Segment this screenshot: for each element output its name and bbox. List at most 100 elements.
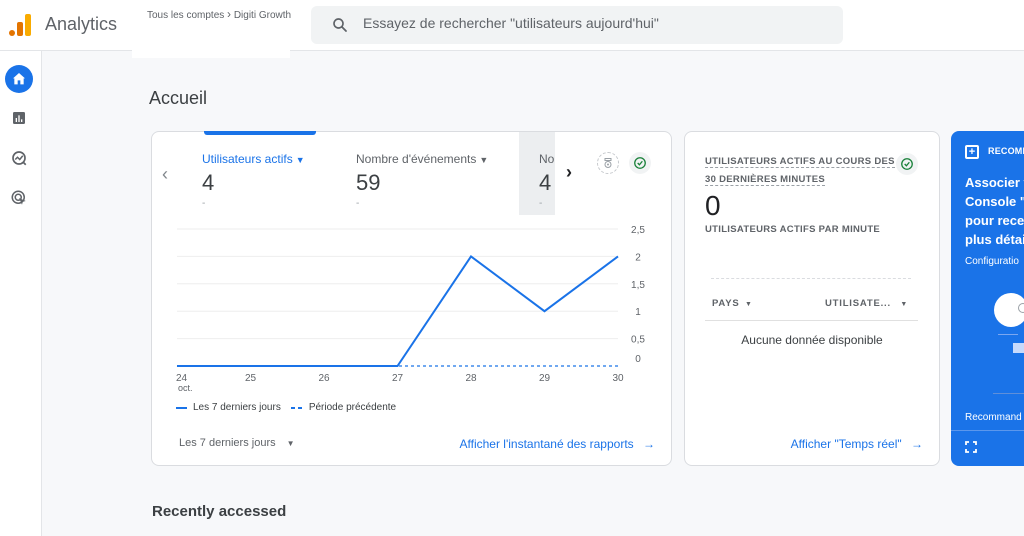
legend-current-period: Les 7 derniers jours [193,402,281,413]
advertising-target-icon [11,190,26,205]
metric-label: No [539,152,555,166]
recommendation-footer: Recommand [965,412,1022,423]
metric-active-users[interactable]: Utilisateurs actifs ▼ 4 - [202,152,305,209]
metric-value: 59 [356,170,381,195]
metric-delta: - [356,198,360,209]
metric-value: 4 [202,170,215,195]
active-users-line-chart: 00,511,522,524 25 26 27 28 29 30oct. [176,225,645,392]
realtime-title-line2: 30 DERNIÈRES MINUTES [705,174,826,186]
recommendation-divider [951,430,1024,431]
title-line: plus détai [965,232,1024,247]
table-divider [705,320,918,321]
per-minute-bar-chart-baseline [711,278,911,279]
dropdown-caret-icon: ▼ [286,439,295,448]
search-input[interactable] [363,15,823,31]
overview-card: ‹ Utilisateurs actifs ▼ 4 - Nombre d'évén… [151,131,672,466]
column-header-users[interactable]: UTILISATE... ▼ [825,298,908,309]
rail-item-home[interactable] [5,65,33,93]
recommendation-card[interactable]: + RECOMMANDATION Associer v Console "I p… [951,131,1024,466]
illustration-line [993,393,1024,394]
analytics-logo-icon[interactable] [8,12,32,36]
search-icon [333,18,347,32]
date-range-select[interactable]: Les 7 derniers jours ▼ [179,437,295,449]
link-label: Afficher l'instantané des rapports [459,437,634,451]
realtime-per-minute-label: UTILISATEURS ACTIFS PAR MINUTE [705,224,881,235]
legend-solid-swatch [176,406,187,409]
y-tick-label: 2,5 [631,225,645,236]
illustration-small-circle [1018,303,1024,313]
realtime-card: UTILISATEURS ACTIFS AU COURS DES 30 DERN… [684,131,940,466]
realtime-title[interactable]: UTILISATEURS ACTIFS AU COURS DES 30 DERN… [705,153,900,189]
app-title: Analytics [45,14,118,34]
data-quality-check-icon[interactable] [629,152,651,174]
rail-item-reports[interactable] [5,104,33,132]
metric-delta: - [539,198,543,209]
view-reports-snapshot-link[interactable]: Afficher l'instantané des rapports → [459,437,655,451]
dropdown-caret-icon: ▼ [900,301,909,308]
realtime-title-line1: UTILISATEURS ACTIFS AU COURS DES [705,156,895,168]
date-range-value: Les 7 derniers jours [179,437,276,449]
previous-metrics-button[interactable]: ‹ [162,164,168,185]
rail-item-advertising[interactable] [5,184,33,212]
y-tick-label: 1 [635,307,641,318]
arrow-right-icon: → [643,437,655,451]
y-tick-label: 0,5 [631,335,645,346]
page-title: Accueil [149,88,208,108]
empty-state-text: Aucune donnée disponible [741,333,883,347]
title-line: pour recev [965,213,1024,228]
illustration-bar [1013,343,1024,353]
active-metric-indicator [204,131,316,135]
search-bar[interactable] [311,6,843,44]
rail-item-explore[interactable] [5,144,33,172]
home-icon [13,73,25,85]
y-tick-label: 0 [635,354,641,365]
x-tick-label: 27 [392,373,404,384]
x-tick-label: 25 [245,373,257,384]
metric-label: Nombre d'événements [356,152,477,166]
chart-legend: Les 7 derniers jours Période précédente [176,402,396,413]
illustration-line [998,334,1018,335]
metric-new-users[interactable]: No 4 - [519,132,555,215]
column-header-country[interactable]: PAYS ▼ [712,298,753,309]
y-tick-label: 2 [635,252,641,263]
left-nav-rail [0,51,42,536]
metric-delta: - [202,198,206,209]
x-tick-label: 30 [612,373,624,384]
arrow-right-icon: → [911,437,923,451]
title-line: Console "I [965,194,1024,209]
breadcrumb-parent[interactable]: Tous les comptes [147,10,224,21]
top-bar: Analytics Tous les comptes › Digiti Grow… [0,0,1024,58]
bar-chart-icon [13,112,25,124]
view-realtime-link[interactable]: Afficher "Temps réel" → [791,437,923,451]
data-quality-check-icon[interactable] [896,153,918,175]
insights-badge-icon[interactable] [597,152,619,174]
metric-label: Utilisateurs actifs [202,152,293,166]
x-tick-label: 28 [465,373,477,384]
breadcrumb-current[interactable]: Digiti Growth [234,10,291,21]
metric-event-count[interactable]: Nombre d'événements ▼ 59 - [356,152,488,209]
legend-dashed-swatch [290,406,303,409]
recommendation-icon: + [965,145,979,159]
dropdown-caret-icon: ▼ [295,155,305,165]
x-tick-sublabel: oct. [178,383,193,392]
recommendation-label: RECOMMANDATION [988,146,1024,156]
x-tick-label: 29 [539,373,551,384]
recommendation-description: Configuratio [965,256,1019,267]
breadcrumb[interactable]: Tous les comptes › Digiti Growth [147,7,291,21]
column-label: UTILISATE... [825,298,891,309]
legend-previous-period: Période précédente [308,402,397,413]
recently-accessed-heading: Recently accessed [152,503,287,520]
link-label: Afficher "Temps réel" [790,437,902,451]
y-tick-label: 1,5 [631,280,645,291]
title-line: Associer v [965,175,1024,190]
dropdown-caret-icon: ▼ [479,155,489,165]
breadcrumb-separator-icon: › [227,7,232,21]
recommendation-title: Associer v Console "I pour recev plus dé… [965,173,1024,249]
next-metrics-button[interactable]: › [566,162,572,183]
x-tick-label: 26 [318,373,330,384]
metric-value: 4 [539,170,552,195]
realtime-users-value: 0 [705,190,721,221]
dropdown-caret-icon: ▼ [744,301,753,308]
expand-icon[interactable] [965,441,977,453]
column-label: PAYS [712,298,740,309]
